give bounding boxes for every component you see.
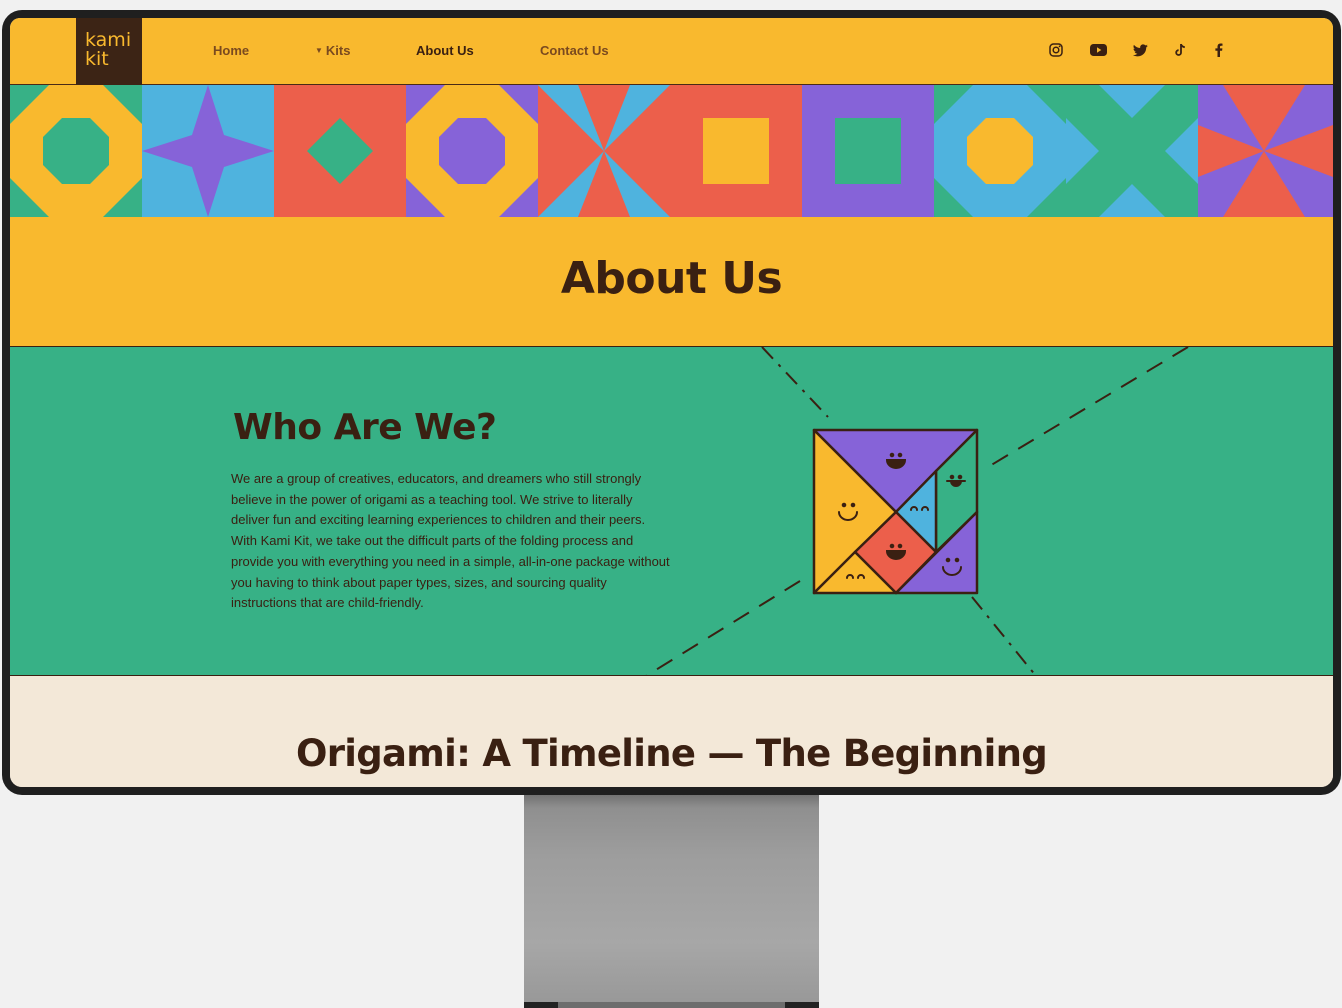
nav-link-home[interactable]: Home <box>213 43 249 58</box>
pattern-tile-pinwheel-purple <box>1198 85 1333 217</box>
kami-kit-logo[interactable]: kami kit <box>76 18 142 85</box>
pattern-tile-square-green <box>802 85 934 217</box>
page-title: About Us <box>560 253 783 304</box>
top-navigation: kami kit Home ▼ Kits About Us Contact Us <box>10 18 1333 85</box>
nav-link-contact-us[interactable]: Contact Us <box>540 43 609 58</box>
pattern-tile-cross-green <box>1066 85 1198 217</box>
who-are-we-heading: Who Are We? <box>233 407 497 448</box>
twitter-icon[interactable] <box>1131 41 1149 59</box>
logo-line-2: kit <box>85 48 109 70</box>
pattern-tile-pinwheel-red <box>538 85 670 217</box>
nav-link-kits-label: Kits <box>325 43 351 58</box>
caret-down-icon: ▼ <box>315 46 323 55</box>
monitor-stand <box>524 790 819 1008</box>
pattern-tile-diamond-green <box>274 85 406 217</box>
nav-link-contact-label: Contact Us <box>540 43 609 58</box>
monitor-stand-base <box>524 1002 819 1008</box>
who-are-we-body: We are a group of creatives, educators, … <box>231 471 670 611</box>
instagram-icon[interactable] <box>1047 41 1065 59</box>
geometric-pattern-band <box>10 85 1333 217</box>
pattern-tile-octagon-blue <box>934 85 1066 217</box>
nav-link-about-label: About Us <box>416 43 474 58</box>
pattern-tile-star-purple <box>142 85 274 217</box>
nav-link-about-us[interactable]: About Us <box>416 43 474 58</box>
tangram-illustration <box>645 347 1189 675</box>
nav-link-kits[interactable]: ▼ Kits <box>315 43 350 58</box>
website-screen: kami kit Home ▼Kits About Us Contact Us <box>10 18 1333 787</box>
nav-link-home-label: Home <box>213 43 250 58</box>
origami-timeline-section: Origami: A Timeline — The Beginning <box>10 676 1333 787</box>
timeline-heading: Origami: A Timeline — The Beginning <box>295 732 1048 775</box>
tiktok-icon[interactable] <box>1171 41 1189 59</box>
about-us-hero: About Us <box>10 217 1333 347</box>
youtube-icon[interactable] <box>1088 41 1108 59</box>
pattern-tile-octagon-yellow <box>10 85 142 217</box>
who-are-we-section: Who Are We? We are a group of creatives,… <box>10 347 1333 676</box>
pattern-tile-square-yellow <box>670 85 802 217</box>
pattern-tile-octagon-purple <box>406 85 538 217</box>
facebook-icon[interactable] <box>1209 41 1227 59</box>
